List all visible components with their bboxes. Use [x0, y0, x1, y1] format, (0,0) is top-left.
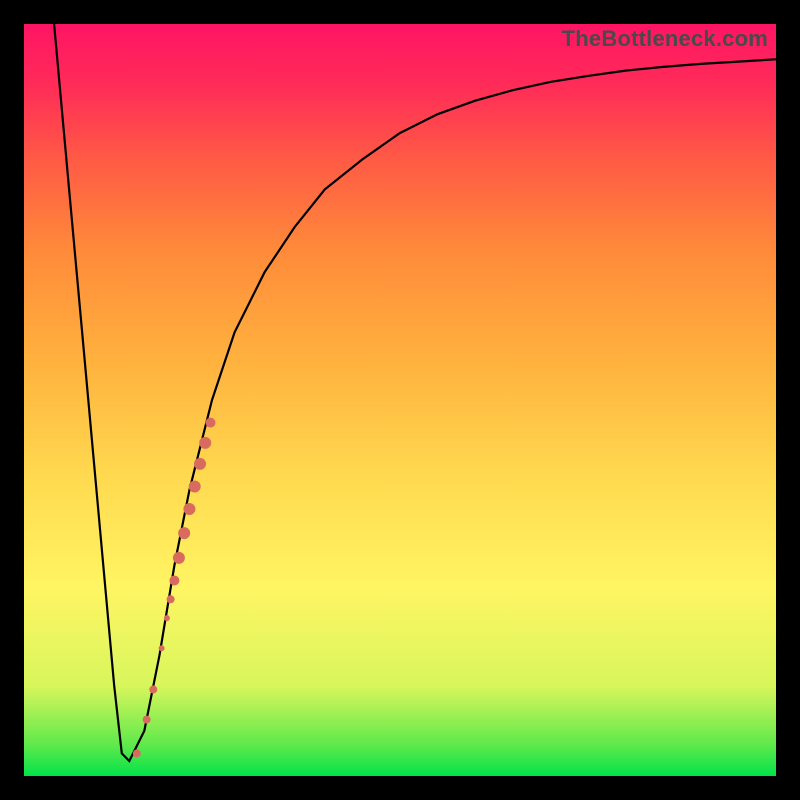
- curve-marker: [206, 418, 216, 428]
- curve-marker: [167, 595, 175, 603]
- curve-marker: [178, 527, 190, 539]
- curve-markers: [133, 418, 216, 758]
- curve-marker: [183, 503, 195, 515]
- curve-marker: [194, 458, 206, 470]
- chart-frame: TheBottleneck.com: [0, 0, 800, 800]
- curve-marker: [164, 615, 170, 621]
- curve-marker: [173, 552, 185, 564]
- curve-marker: [169, 576, 179, 586]
- curve-marker: [199, 437, 211, 449]
- curve-marker: [189, 481, 201, 493]
- curve-marker: [143, 716, 151, 724]
- plot-area: TheBottleneck.com: [24, 24, 776, 776]
- curve-marker: [133, 749, 141, 757]
- curve-marker: [159, 645, 165, 651]
- curve-marker: [149, 686, 157, 694]
- curve-layer: [24, 24, 776, 776]
